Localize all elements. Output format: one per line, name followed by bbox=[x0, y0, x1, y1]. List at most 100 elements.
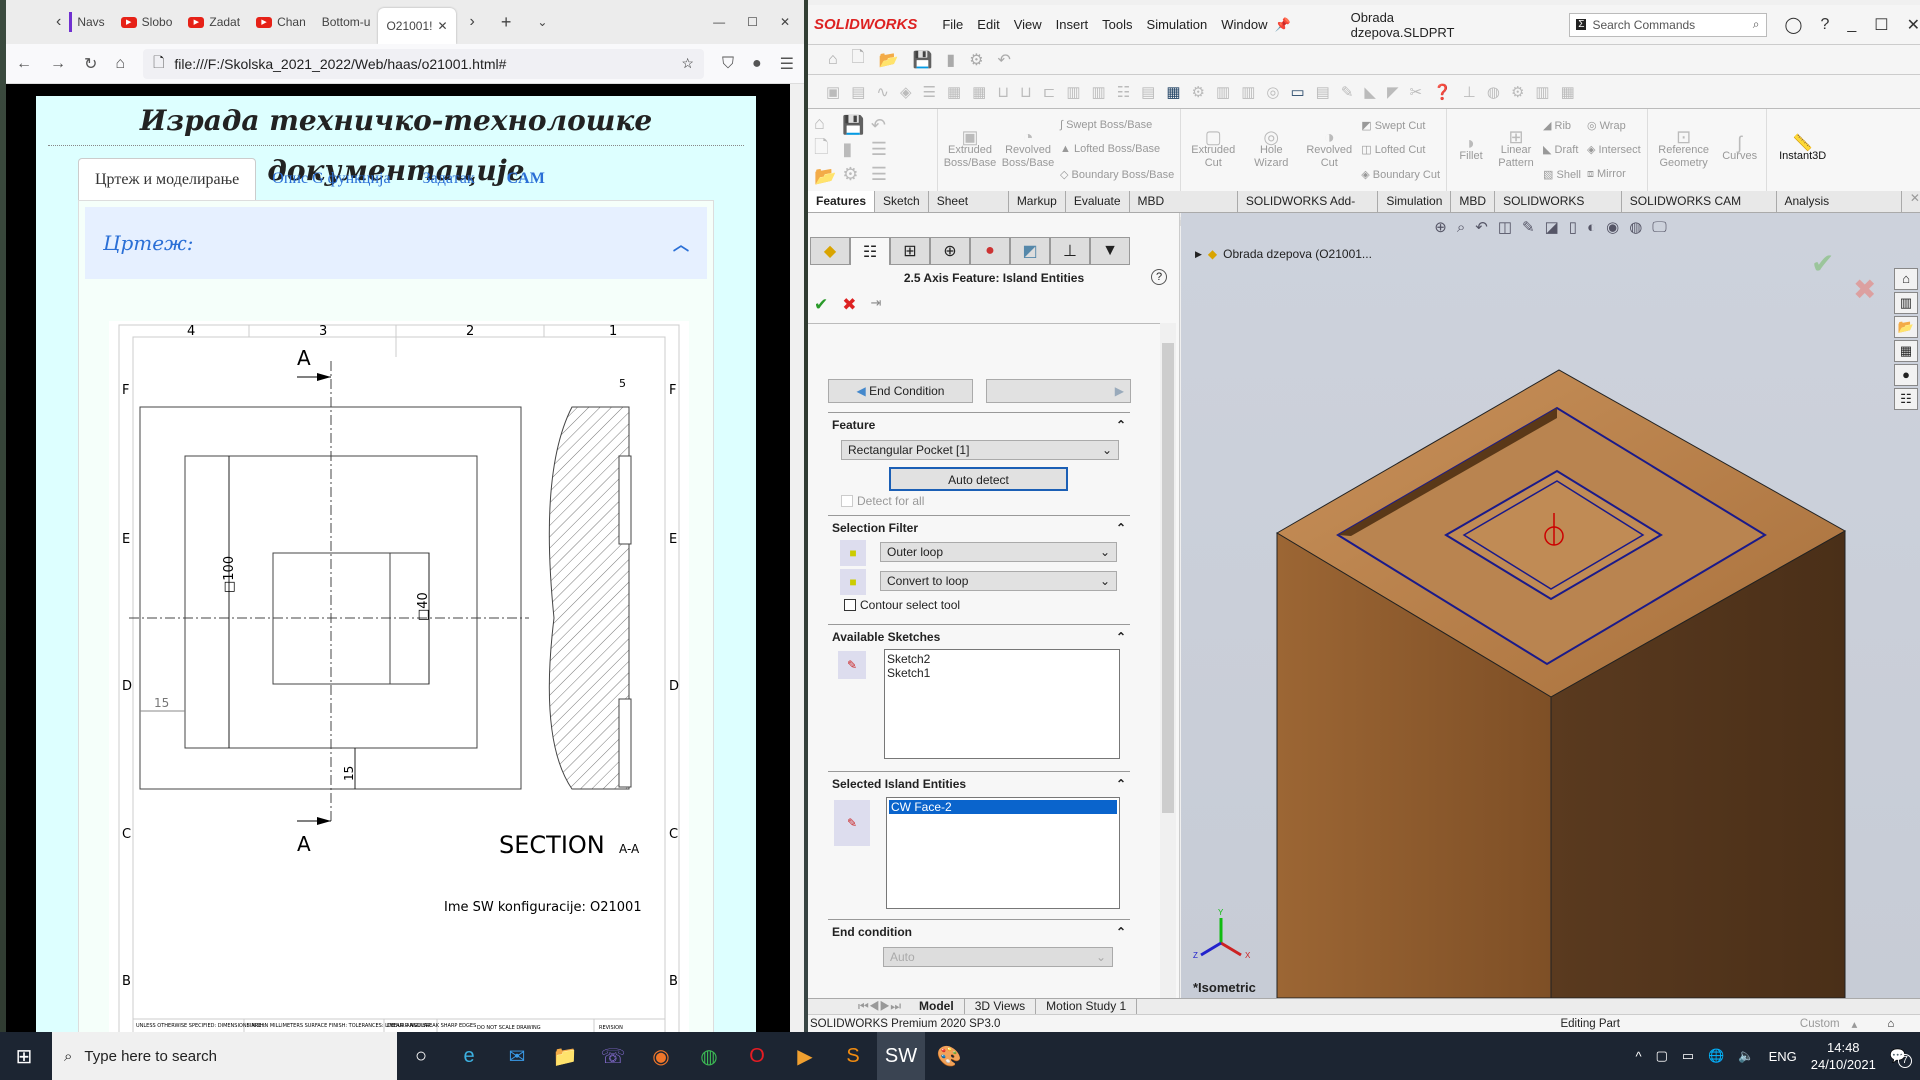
edge-icon[interactable]: e bbox=[445, 1032, 493, 1080]
toolbar-icon[interactable]: ▥ bbox=[1092, 83, 1106, 101]
open-icon[interactable]: 📂 bbox=[879, 50, 899, 70]
home-button[interactable]: ⌂ bbox=[115, 55, 125, 73]
menu-insert[interactable]: Insert bbox=[1056, 17, 1089, 32]
toolbar-icon[interactable]: ✎ bbox=[1341, 83, 1354, 101]
rebuild-icon[interactable]: ⌂ bbox=[1887, 1018, 1894, 1030]
menu-file[interactable]: File bbox=[942, 17, 963, 32]
reload-button[interactable]: ↻ bbox=[84, 54, 97, 74]
toolbar-icon[interactable]: ◎ bbox=[1266, 83, 1279, 101]
toolbar-icon[interactable]: ☰ bbox=[923, 83, 936, 101]
checkbox[interactable] bbox=[841, 495, 853, 507]
pm-scrollbar[interactable] bbox=[1160, 323, 1176, 998]
browser-tab[interactable]: ▶ Zadat bbox=[180, 5, 248, 39]
toolbar-icon[interactable]: ▥ bbox=[1535, 83, 1549, 101]
browser-tab-active[interactable]: O21001! ✕ bbox=[378, 8, 456, 44]
custom-properties-icon[interactable]: ☷ bbox=[1894, 388, 1918, 410]
units-selector[interactable]: Custom bbox=[1800, 1018, 1840, 1030]
tab-task[interactable]: Задатак bbox=[407, 158, 491, 200]
next-button[interactable]: ▶ bbox=[986, 379, 1131, 403]
intersect-button[interactable]: ◈ Intersect bbox=[1587, 143, 1641, 156]
close-button[interactable]: ✕ bbox=[1907, 15, 1920, 35]
clock[interactable]: 14:48 24/10/2021 bbox=[1811, 1039, 1876, 1073]
toolbar-icon[interactable]: ▤ bbox=[851, 83, 865, 101]
checkbox[interactable] bbox=[844, 599, 856, 611]
toolbar-icon[interactable]: ⚙ bbox=[1511, 83, 1524, 101]
units-up-icon[interactable]: ▴ bbox=[1852, 1017, 1858, 1031]
menu-edit[interactable]: Edit bbox=[977, 17, 999, 32]
hole-wizard-button[interactable]: ◎ Hole Wizard bbox=[1245, 113, 1297, 187]
maximize-button[interactable]: ☐ bbox=[747, 15, 758, 29]
minimize-button[interactable]: — bbox=[713, 15, 725, 29]
cam-feature-tree-tab[interactable]: ◩ bbox=[1010, 237, 1050, 265]
toolbar-icon[interactable]: ◍ bbox=[1487, 83, 1500, 101]
accordion-header[interactable]: Цртеж: ︿ bbox=[85, 207, 707, 279]
instant3d-button[interactable]: 📏 Instant3D bbox=[1773, 113, 1833, 187]
toolbar-icon[interactable]: ⊥ bbox=[1463, 83, 1476, 101]
home-icon[interactable]: ⌂ bbox=[814, 113, 836, 134]
home-icon[interactable]: ⌂ bbox=[828, 51, 838, 69]
feature-manager-tab[interactable]: ◆ bbox=[810, 237, 850, 265]
file-explorer-icon[interactable]: 📂 bbox=[1894, 316, 1918, 338]
selected-islands-list[interactable]: CW Face-2 bbox=[886, 797, 1120, 909]
property-manager-tab[interactable]: ☷ bbox=[850, 237, 890, 265]
toolbar-icon[interactable]: ▦ bbox=[972, 83, 986, 101]
toolbar-icon[interactable]: ▣ bbox=[826, 83, 840, 101]
firefox-icon[interactable]: ◉ bbox=[637, 1032, 685, 1080]
browser-tab[interactable]: Bottom-u bbox=[314, 5, 379, 39]
url-bar[interactable]: 🗋 file:///F:/Skolska_2021_2022/Web/haas/… bbox=[143, 48, 704, 79]
cmdtab-sw-cam[interactable]: SOLIDWORKS CAM bbox=[1495, 191, 1622, 229]
configuration-manager-tab[interactable]: ⊞ bbox=[890, 237, 930, 265]
cam-operation-tree-tab[interactable]: ⊥ bbox=[1050, 237, 1090, 265]
search-icon[interactable]: ⌕ bbox=[1753, 17, 1760, 32]
network-icon[interactable]: 🌐 bbox=[1708, 1048, 1724, 1064]
available-sketches-list[interactable]: Sketch2 Sketch1 bbox=[884, 649, 1120, 759]
open-icon[interactable]: 📂 bbox=[814, 166, 836, 187]
notifications-icon[interactable]: 💬 7 bbox=[1890, 1048, 1912, 1068]
swept-cut-button[interactable]: ◩ Swept Cut bbox=[1361, 119, 1440, 132]
taskbar-search[interactable]: ⌕ Type here to search bbox=[52, 1032, 397, 1080]
curves-button[interactable]: ʃ Curves bbox=[1720, 113, 1760, 187]
close-window-button[interactable]: ✕ bbox=[780, 15, 790, 29]
scrollbar-thumb[interactable] bbox=[1162, 343, 1174, 813]
collapse-icon[interactable]: ⌃ bbox=[1116, 925, 1126, 939]
cmdtab-evaluate[interactable]: Evaluate bbox=[1066, 191, 1130, 212]
menu-window[interactable]: Window bbox=[1221, 17, 1267, 32]
search-commands-input[interactable]: Σ Search Commands ⌕ bbox=[1569, 12, 1767, 37]
end-condition-dropdown[interactable]: Auto ⌄ bbox=[883, 947, 1113, 967]
wrap-button[interactable]: ◎ Wrap bbox=[1587, 119, 1641, 132]
language-indicator[interactable]: ENG bbox=[1769, 1049, 1797, 1064]
pin-icon[interactable]: 📌 bbox=[1274, 17, 1290, 33]
toolbar-icon[interactable]: ▥ bbox=[1066, 83, 1080, 101]
mirror-button[interactable]: ⧈ Mirror bbox=[1587, 168, 1641, 181]
windows-start-icon[interactable]: ⊞ bbox=[0, 1032, 48, 1080]
paint-icon[interactable]: 🎨 bbox=[925, 1032, 973, 1080]
fillet-button[interactable]: ◗ Fillet bbox=[1453, 113, 1489, 187]
toolbar-icon[interactable]: ◈ bbox=[900, 83, 912, 101]
toolbar-icon[interactable]: ✂ bbox=[1410, 83, 1423, 101]
pocket-icon[interactable]: ⛉ bbox=[722, 55, 734, 73]
toolbar-icon[interactable]: ▥ bbox=[1241, 83, 1255, 101]
chrome-icon[interactable]: ◍ bbox=[685, 1032, 733, 1080]
tab-list-button[interactable]: ⌄ bbox=[537, 15, 547, 29]
appearances-icon[interactable]: ● bbox=[1894, 364, 1918, 386]
collapse-icon[interactable]: ⌃ bbox=[1116, 630, 1126, 644]
collapse-icon[interactable]: ⌃ bbox=[1116, 521, 1126, 535]
end-condition-button[interactable]: ◀ End Condition bbox=[828, 379, 973, 403]
battery-icon[interactable]: ▭ bbox=[1682, 1048, 1694, 1064]
tab-g-functions[interactable]: Опис G функција bbox=[256, 158, 406, 200]
browser-tab[interactable]: ▶ Chan bbox=[248, 5, 314, 39]
collapse-icon[interactable]: ⌃ bbox=[1116, 777, 1126, 791]
help-icon[interactable]: ? bbox=[1820, 16, 1829, 34]
cortana-icon[interactable]: ○ bbox=[397, 1032, 445, 1080]
extruded-cut-button[interactable]: ▢ Extruded Cut bbox=[1187, 113, 1239, 187]
toolbar-icon[interactable]: ▥ bbox=[1216, 83, 1230, 101]
solidworks-2020-icon[interactable]: SW bbox=[877, 1032, 925, 1080]
camera-icon[interactable]: ▢ bbox=[1656, 1048, 1668, 1064]
tab-drawing[interactable]: Цртеж и моделирање bbox=[78, 158, 257, 200]
cmdtab-mbd-dimensions[interactable]: MBD Dimensions bbox=[1130, 191, 1238, 229]
tab-model[interactable]: Model bbox=[909, 999, 965, 1014]
toolbar-icon[interactable]: ∿ bbox=[876, 83, 889, 101]
sublime-icon[interactable]: S bbox=[829, 1032, 877, 1080]
tab-nav-arrows-icon[interactable]: ⏮◀▶⏭ bbox=[858, 999, 901, 1014]
linear-pattern-button[interactable]: ⊞ Linear Pattern bbox=[1495, 113, 1537, 187]
